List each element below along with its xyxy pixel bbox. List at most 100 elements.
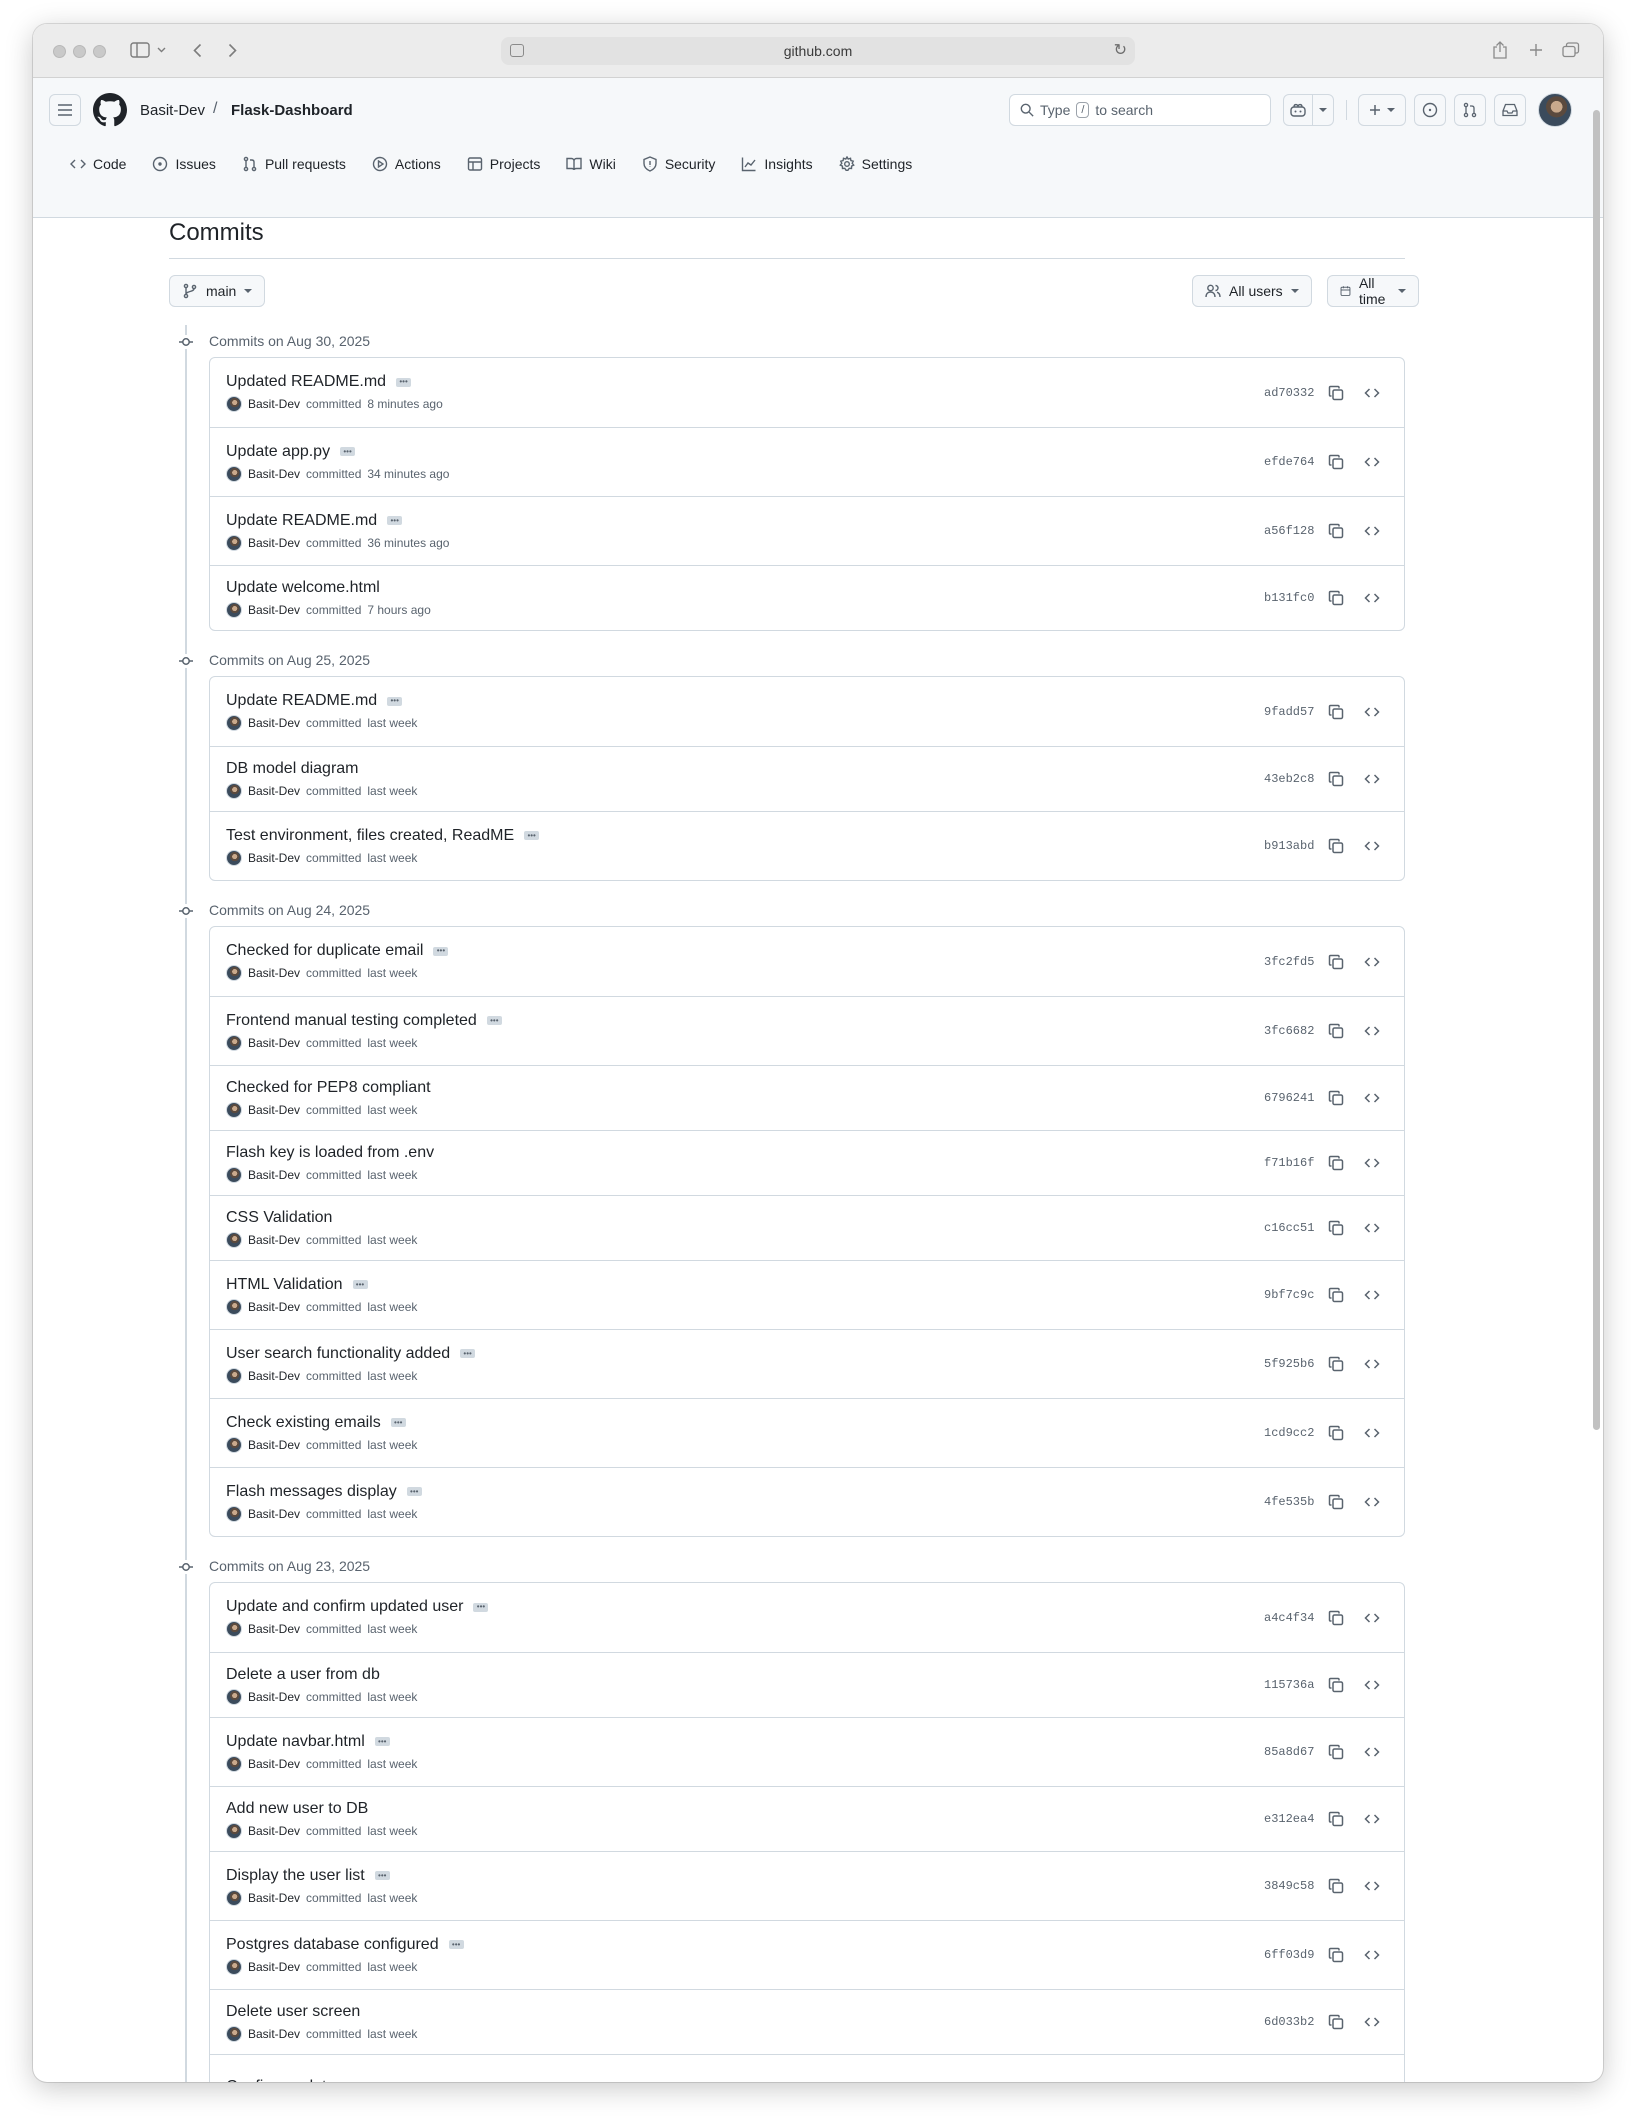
commit-author-link[interactable]: Basit-Dev [248,1690,300,1704]
commit-author-link[interactable]: Basit-Dev [248,467,300,481]
browse-repo-button[interactable] [1356,1602,1388,1634]
author-avatar[interactable] [226,1298,242,1315]
copy-sha-button[interactable] [1320,946,1352,978]
github-logo-icon[interactable] [93,93,127,127]
commit-sha-link[interactable]: 85a8d67 [1264,1745,1316,1759]
expand-description-button[interactable]: ••• [390,1418,406,1427]
tab-issues[interactable]: Issues [139,148,228,180]
expand-description-button[interactable]: ••• [352,1280,368,1289]
commit-title-link[interactable]: Update welcome.html [226,579,380,597]
expand-description-button[interactable]: ••• [396,377,412,387]
tab-code[interactable]: Code [57,148,139,180]
browse-repo-button[interactable] [1356,1417,1388,1449]
new-tab-icon[interactable] [1527,36,1545,64]
commit-author-link[interactable]: Basit-Dev [248,1233,300,1247]
commit-title-link[interactable]: Update app.py [226,443,330,461]
copy-sha-button[interactable] [1320,1348,1352,1380]
site-settings-icon[interactable] [510,44,524,57]
commit-title-link[interactable]: Postgres database configured [226,1936,439,1954]
commit-author-link[interactable]: Basit-Dev [248,1300,300,1314]
expand-description-button[interactable]: ••• [374,1871,390,1880]
chevron-down-icon[interactable] [155,36,167,64]
scrollbar[interactable] [1593,110,1600,1430]
minimize-window-button[interactable] [73,45,86,58]
search-input[interactable]: Type / to search [1009,94,1271,126]
zoom-window-button[interactable] [93,45,106,58]
issues-button[interactable] [1414,94,1446,126]
commit-author-link[interactable]: Basit-Dev [248,1824,300,1838]
browse-repo-button[interactable] [1356,696,1388,728]
tab-security[interactable]: Security [629,148,729,180]
commit-author-link[interactable]: Basit-Dev [248,784,300,798]
commit-sha-link[interactable]: 1cd9cc2 [1264,1426,1316,1440]
author-avatar[interactable] [226,1889,242,1906]
pull-requests-button[interactable] [1454,94,1486,126]
expand-description-button[interactable]: ••• [460,1349,476,1358]
browse-repo-button[interactable] [1356,1939,1388,1971]
commit-author-link[interactable]: Basit-Dev [248,966,300,980]
commit-title-link[interactable]: HTML Validation [226,1276,343,1294]
commit-title-link[interactable]: CSS Validation [226,1209,332,1227]
commit-title-link[interactable]: Add new user to DB [226,1800,368,1818]
expand-description-button[interactable]: ••• [340,447,356,456]
commit-sha-link[interactable]: 6796241 [1264,1091,1316,1105]
commit-title-link[interactable]: Delete user screen [226,2003,360,2021]
tab-projects[interactable]: Projects [454,148,554,180]
copy-sha-button[interactable] [1320,1082,1352,1114]
commit-author-link[interactable]: Basit-Dev [248,1036,300,1050]
reload-icon[interactable]: ↻ [1114,40,1127,60]
expand-description-button[interactable]: ••• [433,946,449,956]
commit-title-link[interactable]: Test environment, files created, ReadME [226,827,514,845]
copy-sha-button[interactable] [1320,830,1352,862]
browse-repo-button[interactable] [1356,2006,1388,2038]
copy-sha-button[interactable] [1320,1279,1352,1311]
commit-author-link[interactable]: Basit-Dev [248,1438,300,1452]
commit-author-link[interactable]: Basit-Dev [248,1168,300,1182]
browse-repo-button[interactable] [1356,1669,1388,1701]
author-avatar[interactable] [226,715,242,731]
copy-sha-button[interactable] [1320,1939,1352,1971]
author-avatar[interactable] [226,849,242,866]
expand-description-button[interactable]: ••• [374,1737,390,1746]
user-avatar[interactable] [1538,93,1572,127]
menu-button[interactable] [49,94,81,126]
commit-author-link[interactable]: Basit-Dev [248,1622,300,1636]
browse-repo-button[interactable] [1356,1736,1388,1768]
back-icon[interactable] [189,36,205,64]
browse-repo-button[interactable] [1356,377,1388,409]
tab-insights[interactable]: Insights [728,148,825,180]
expand-description-button[interactable]: ••• [387,696,403,706]
browse-repo-button[interactable] [1356,1803,1388,1835]
browse-repo-button[interactable] [1356,1486,1388,1518]
copy-sha-button[interactable] [1320,2006,1352,2038]
commit-author-link[interactable]: Basit-Dev [248,1757,300,1771]
commit-title-link[interactable]: Check existing emails [226,1414,381,1432]
address-bar[interactable]: github.com ↻ [501,37,1135,65]
author-avatar[interactable] [226,1958,242,1975]
commit-title-link[interactable]: Update and confirm updated user [226,1598,463,1616]
commit-sha-link[interactable]: 6d033b2 [1264,2015,1316,2029]
commit-sha-link[interactable]: ad70332 [1264,386,1316,400]
tab-actions[interactable]: Actions [359,148,454,180]
copy-sha-button[interactable] [1320,1147,1352,1179]
commit-title-link[interactable]: Flash key is loaded from .env [226,1144,434,1162]
browse-repo-button[interactable] [1356,1147,1388,1179]
expand-description-button[interactable]: ••• [524,831,540,840]
commit-author-link[interactable]: Basit-Dev [248,716,300,730]
commit-sha-link[interactable]: e312ea4 [1264,1812,1316,1826]
copy-sha-button[interactable] [1320,763,1352,795]
commit-author-link[interactable]: Basit-Dev [248,851,300,865]
commit-title-link[interactable]: Update README.md [226,692,377,710]
commit-sha-link[interactable]: 9fadd57 [1264,705,1316,719]
copy-sha-button[interactable] [1320,1602,1352,1634]
copilot-button[interactable] [1283,94,1313,126]
expand-description-button[interactable]: ••• [406,1487,422,1496]
expand-description-button[interactable]: ••• [448,1940,464,1949]
commit-author-link[interactable]: Basit-Dev [248,1369,300,1383]
commit-sha-link[interactable]: a4c4f34 [1264,1611,1316,1625]
copy-sha-button[interactable] [1320,582,1352,614]
browse-repo-button[interactable] [1356,515,1388,547]
commit-author-link[interactable]: Basit-Dev [248,536,300,550]
commit-sha-link[interactable]: b131fc0 [1264,591,1316,605]
copy-sha-button[interactable] [1320,515,1352,547]
